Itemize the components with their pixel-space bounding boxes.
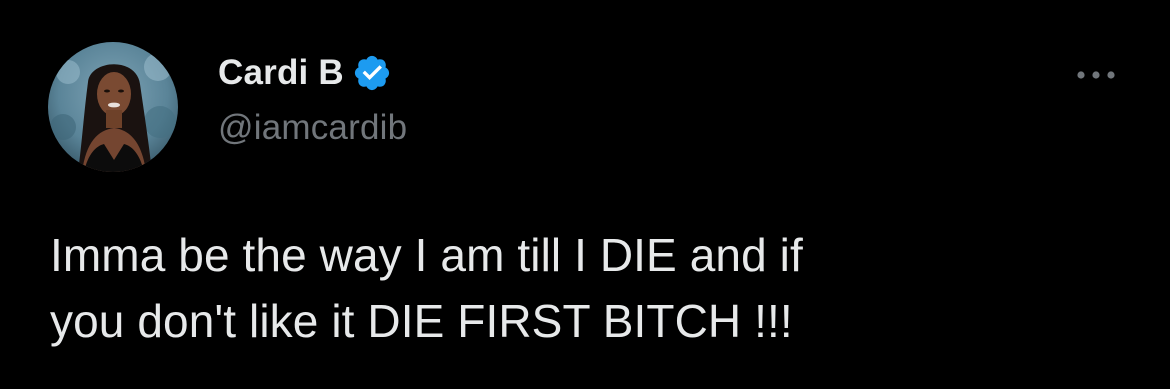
tweet-text-line: you don't like it DIE FIRST BITCH !!! [50, 295, 793, 347]
verified-badge-icon[interactable] [352, 53, 392, 93]
author-name-row: Cardi B [218, 51, 392, 95]
avatar-image [48, 42, 178, 172]
tweet-card: Cardi B @iamcardib Imma be the way I am … [0, 0, 1170, 389]
author-display-name[interactable]: Cardi B [218, 53, 344, 93]
more-options-icon[interactable] [1072, 58, 1120, 92]
tweet-text-line: Imma be the way I am till I DIE and if [50, 229, 803, 281]
tweet-text: Imma be the way I am till I DIE and if y… [50, 222, 1140, 354]
author-handle[interactable]: @iamcardib [218, 108, 407, 148]
avatar[interactable] [48, 42, 178, 172]
